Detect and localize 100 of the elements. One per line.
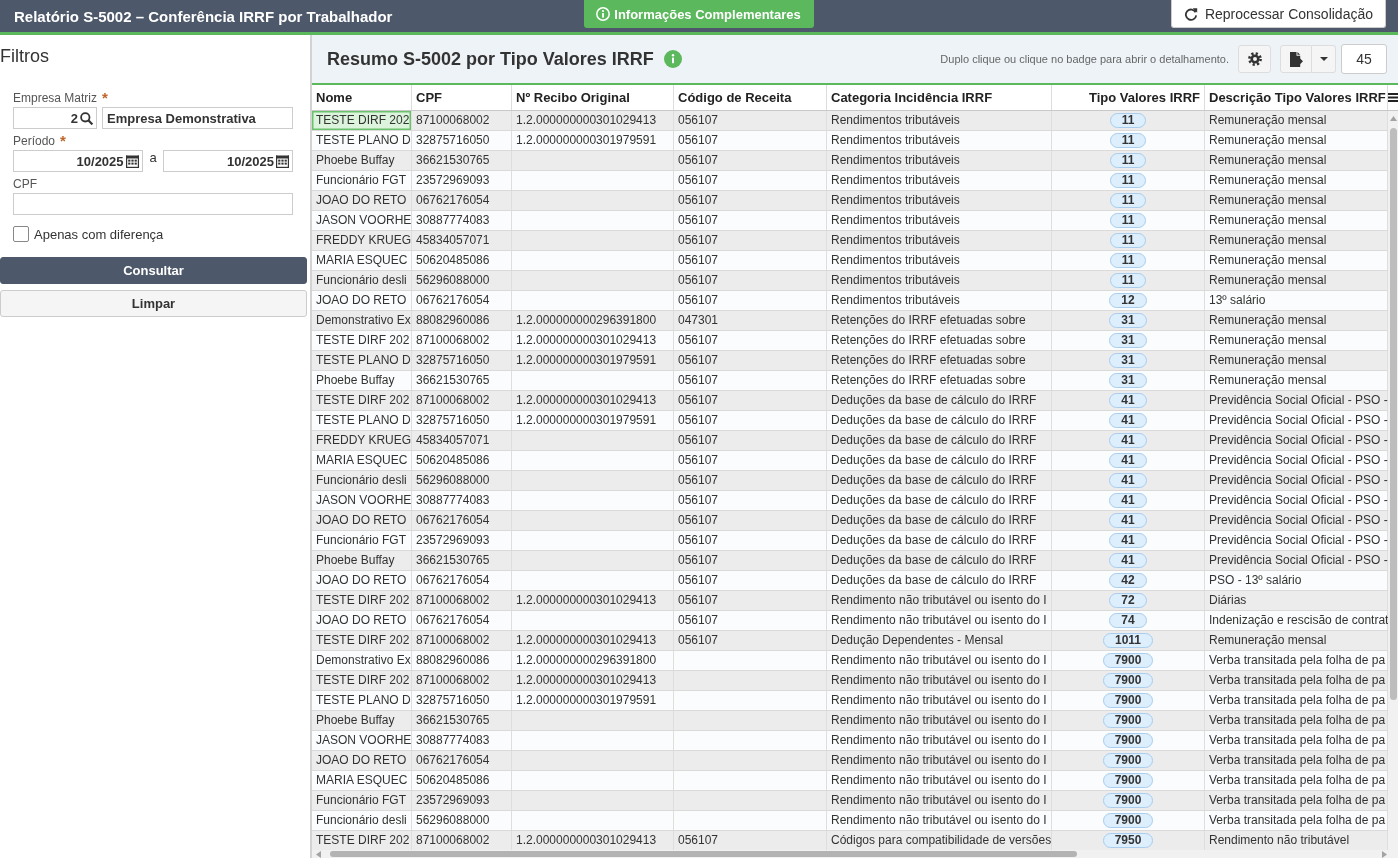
scrollbar-thumb[interactable] (1389, 128, 1397, 700)
type-badge[interactable]: 11 (1109, 213, 1147, 228)
table-row[interactable]: FREDDY KRUEG 45834057071 056107 Deduções da base de cálculo do IRRF 41 Previdência Social Oficial - PSO - (312, 431, 1388, 451)
scroll-right-icon[interactable] (1382, 850, 1387, 858)
horizontal-scrollbar[interactable] (312, 850, 1398, 858)
type-badge[interactable]: 1011 (1102, 633, 1153, 648)
info-icon[interactable] (663, 50, 682, 68)
column-header[interactable]: Tipo Valores IRRF (1052, 85, 1205, 110)
table-row[interactable]: JOAO DO RETO 06762176054 056107 Rendimentos tributáveis 11 Remuneração mensal (312, 191, 1388, 211)
checkbox[interactable] (13, 226, 29, 242)
table-row[interactable]: Funcionário desli 56296088000 056107 Deduções da base de cálculo do IRRF 41 Previdência Social Oficial - PSO - (312, 471, 1388, 491)
type-badge[interactable]: 41 (1109, 553, 1147, 568)
type-badge[interactable]: 7900 (1102, 653, 1154, 668)
type-badge[interactable]: 31 (1109, 353, 1147, 368)
type-badge[interactable]: 7950 (1102, 833, 1154, 848)
type-badge[interactable]: 31 (1109, 333, 1147, 348)
company-name-field[interactable]: Empresa Demonstrativa (102, 107, 293, 129)
table-row[interactable]: Phoebe Buffay 36621530765 056107 Rendimentos tributáveis 11 Remuneração mensal (312, 151, 1388, 171)
table-row[interactable]: MARIA ESQUEC 50620485086 056107 Deduções da base de cálculo do IRRF 41 Previdência Social Oficial - PSO - (312, 451, 1388, 471)
checkbox-label[interactable]: Apenas com diferença (34, 226, 164, 242)
table-row[interactable]: TESTE DIRF 202 87100068002 1.2.000000000301029413 056107 Rendimentos tributáveis 11 Remuneração mensal (312, 111, 1388, 131)
type-badge[interactable]: 7900 (1102, 673, 1154, 688)
type-badge[interactable]: 31 (1109, 373, 1147, 388)
table-row[interactable]: JOAO DO RETO 06762176054 056107 Rendimentos tributáveis 12 13º salário (312, 291, 1388, 311)
table-row[interactable]: JASON VOORHE 30887774083 Rendimento não tributável ou isento do I 7900 Verba transitada pela folha de pa (312, 731, 1388, 751)
table-row[interactable]: JASON VOORHE 30887774083 056107 Deduções da base de cálculo do IRRF 41 Previdência Social Oficial - PSO - (312, 491, 1388, 511)
table-row[interactable]: TESTE DIRF 202 87100068002 1.2.000000000301029413 056107 Deduções da base de cálculo do IRRF 41 Previdência Social Oficial - PSO - (312, 391, 1388, 411)
column-header[interactable]: Nome (312, 85, 412, 110)
table-row[interactable]: TESTE DIRF 202 87100068002 1.2.000000000301029413 056107 Dedução Dependentes - Mensal 1011 Remuneração mensal (312, 631, 1388, 651)
table-row[interactable]: TESTE PLANO D 32875716050 1.2.000000000301979591 056107 Deduções da base de cálculo do IRRF 41 Previdência Social Oficial - PSO - (312, 411, 1388, 431)
table-row[interactable]: Phoebe Buffay 36621530765 Rendimento não tributável ou isento do I 7900 Verba transitada pela folha de pa (312, 711, 1388, 731)
table-row[interactable]: Funcionário FGT 23572969093 056107 Rendimentos tributáveis 11 Remuneração mensal (312, 171, 1388, 191)
type-badge[interactable]: 41 (1109, 493, 1147, 508)
table-row[interactable]: TESTE PLANO D 32875716050 1.2.000000000301979591 056107 Retenções do IRRF efetuadas sobre 31 Remuneração mensal (312, 351, 1388, 371)
type-badge[interactable]: 7900 (1102, 753, 1154, 768)
scrollbar-thumb[interactable] (330, 851, 1077, 857)
table-row[interactable]: TESTE DIRF 202 87100068002 1.2.000000000301029413 056107 Retenções do IRRF efetuadas sobre 31 Remuneração mensal (312, 331, 1388, 351)
column-header[interactable]: CPF (412, 85, 512, 110)
clear-button[interactable]: Limpar (0, 290, 307, 317)
type-badge[interactable]: 12 (1109, 293, 1147, 308)
period-start-field[interactable]: 10/2025 (13, 150, 143, 172)
type-badge[interactable]: 7900 (1102, 713, 1154, 728)
type-badge[interactable]: 11 (1109, 193, 1147, 208)
type-badge[interactable]: 72 (1109, 593, 1147, 608)
table-row[interactable]: JOAO DO RETO 06762176054 Rendimento não tributável ou isento do I 7900 Verba transitada pela folha de pa (312, 751, 1388, 771)
table-row[interactable]: Phoebe Buffay 36621530765 056107 Deduções da base de cálculo do IRRF 41 Previdência Social Oficial - PSO - (312, 551, 1388, 571)
settings-button[interactable] (1238, 45, 1271, 73)
cpf-field[interactable] (13, 193, 293, 215)
scroll-left-icon[interactable] (316, 850, 321, 858)
type-badge[interactable]: 7900 (1102, 773, 1154, 788)
type-badge[interactable]: 42 (1109, 573, 1147, 588)
table-row[interactable]: TESTE PLANO D 32875716050 1.2.000000000301979591 056107 Rendimentos tributáveis 11 Remuneração mensal (312, 131, 1388, 151)
type-badge[interactable]: 31 (1109, 313, 1147, 328)
calendar-icon[interactable] (125, 154, 139, 168)
search-icon[interactable] (80, 111, 93, 125)
type-badge[interactable]: 41 (1109, 533, 1147, 548)
table-row[interactable]: FREDDY KRUEG 45834057071 056107 Rendimentos tributáveis 11 Remuneração mensal (312, 231, 1388, 251)
type-badge[interactable]: 41 (1109, 413, 1147, 428)
page-size-field[interactable]: 45 (1341, 44, 1387, 74)
type-badge[interactable]: 11 (1109, 153, 1147, 168)
type-badge[interactable]: 74 (1109, 613, 1147, 628)
scroll-up-icon[interactable] (1389, 116, 1397, 121)
column-header[interactable]: Categoria Incidência IRRF (827, 85, 1052, 110)
table-row[interactable]: TESTE DIRF 202 87100068002 1.2.000000000301029413 056107 Rendimento não tributável ou isento do I 72 Diárias (312, 591, 1388, 611)
type-badge[interactable]: 41 (1109, 513, 1147, 528)
type-badge[interactable]: 41 (1109, 393, 1147, 408)
column-header[interactable]: Código de Receita (674, 85, 827, 110)
table-row[interactable]: JASON VOORHE 30887774083 056107 Rendimentos tributáveis 11 Remuneração mensal (312, 211, 1388, 231)
table-row[interactable]: Funcionário desli 56296088000 Rendimento não tributável ou isento do I 7900 Verba transitada pela folha de pa (312, 811, 1388, 831)
table-row[interactable]: JOAO DO RETO 06762176054 056107 Deduções da base de cálculo do IRRF 41 Previdência Social Oficial - PSO - (312, 511, 1388, 531)
type-badge[interactable]: 41 (1109, 453, 1147, 468)
type-badge[interactable]: 11 (1109, 253, 1147, 268)
type-badge[interactable]: 11 (1109, 133, 1147, 148)
reprocess-button[interactable]: Reprocessar Consolidação (1170, 0, 1386, 28)
table-row[interactable]: Demonstrativo Ex 88082960086 1.2.000000000296391800 Rendimento não tributável ou isento do I 7900 Verba transitada pela folha de pa (312, 651, 1388, 671)
type-badge[interactable]: 11 (1109, 113, 1147, 128)
table-row[interactable]: MARIA ESQUEC 50620485086 Rendimento não tributável ou isento do I 7900 Verba transitada pela folha de pa (312, 771, 1388, 791)
type-badge[interactable]: 11 (1109, 273, 1147, 288)
column-header[interactable]: Nº Recibo Original (512, 85, 674, 110)
table-row[interactable]: TESTE DIRF 202 87100068002 1.2.000000000301029413 056107 Códigos para compatibilidade de versões 7950 Rendimento não tributável (312, 831, 1388, 850)
type-badge[interactable]: 11 (1109, 233, 1147, 248)
type-badge[interactable]: 7900 (1102, 813, 1154, 828)
calendar-icon[interactable] (276, 154, 289, 168)
vertical-scrollbar[interactable] (1388, 111, 1398, 850)
type-badge[interactable]: 7900 (1102, 793, 1154, 808)
type-badge[interactable]: 11 (1109, 173, 1147, 188)
table-row[interactable]: Funcionário FGT 23572969093 Rendimento não tributável ou isento do I 7900 Verba transitada pela folha de pa (312, 791, 1388, 811)
period-end-field[interactable]: 10/2025 (163, 150, 293, 172)
company-code-field[interactable]: 2 (13, 107, 97, 129)
table-row[interactable]: MARIA ESQUEC 50620485086 056107 Rendimentos tributáveis 11 Remuneração mensal (312, 251, 1388, 271)
table-row[interactable]: Funcionário desli 56296088000 056107 Rendimentos tributáveis 11 Remuneração mensal (312, 271, 1388, 291)
type-badge[interactable]: 7900 (1102, 693, 1154, 708)
table-row[interactable]: TESTE DIRF 202 87100068002 1.2.000000000301029413 Rendimento não tributável ou isento do I 7900 Verba transitada pela folha de pa (312, 671, 1388, 691)
type-badge[interactable]: 7900 (1102, 733, 1154, 748)
menu-icon[interactable] (1388, 93, 1398, 102)
export-button[interactable] (1280, 45, 1312, 73)
query-button[interactable]: Consultar (0, 257, 307, 284)
table-row[interactable]: JOAO DO RETO 06762176054 056107 Rendimento não tributável ou isento do I 74 Indenização e rescisão de contrat (312, 611, 1388, 631)
type-badge[interactable]: 41 (1109, 473, 1147, 488)
table-row[interactable]: Phoebe Buffay 36621530765 056107 Retenções do IRRF efetuadas sobre 31 Remuneração mensal (312, 371, 1388, 391)
